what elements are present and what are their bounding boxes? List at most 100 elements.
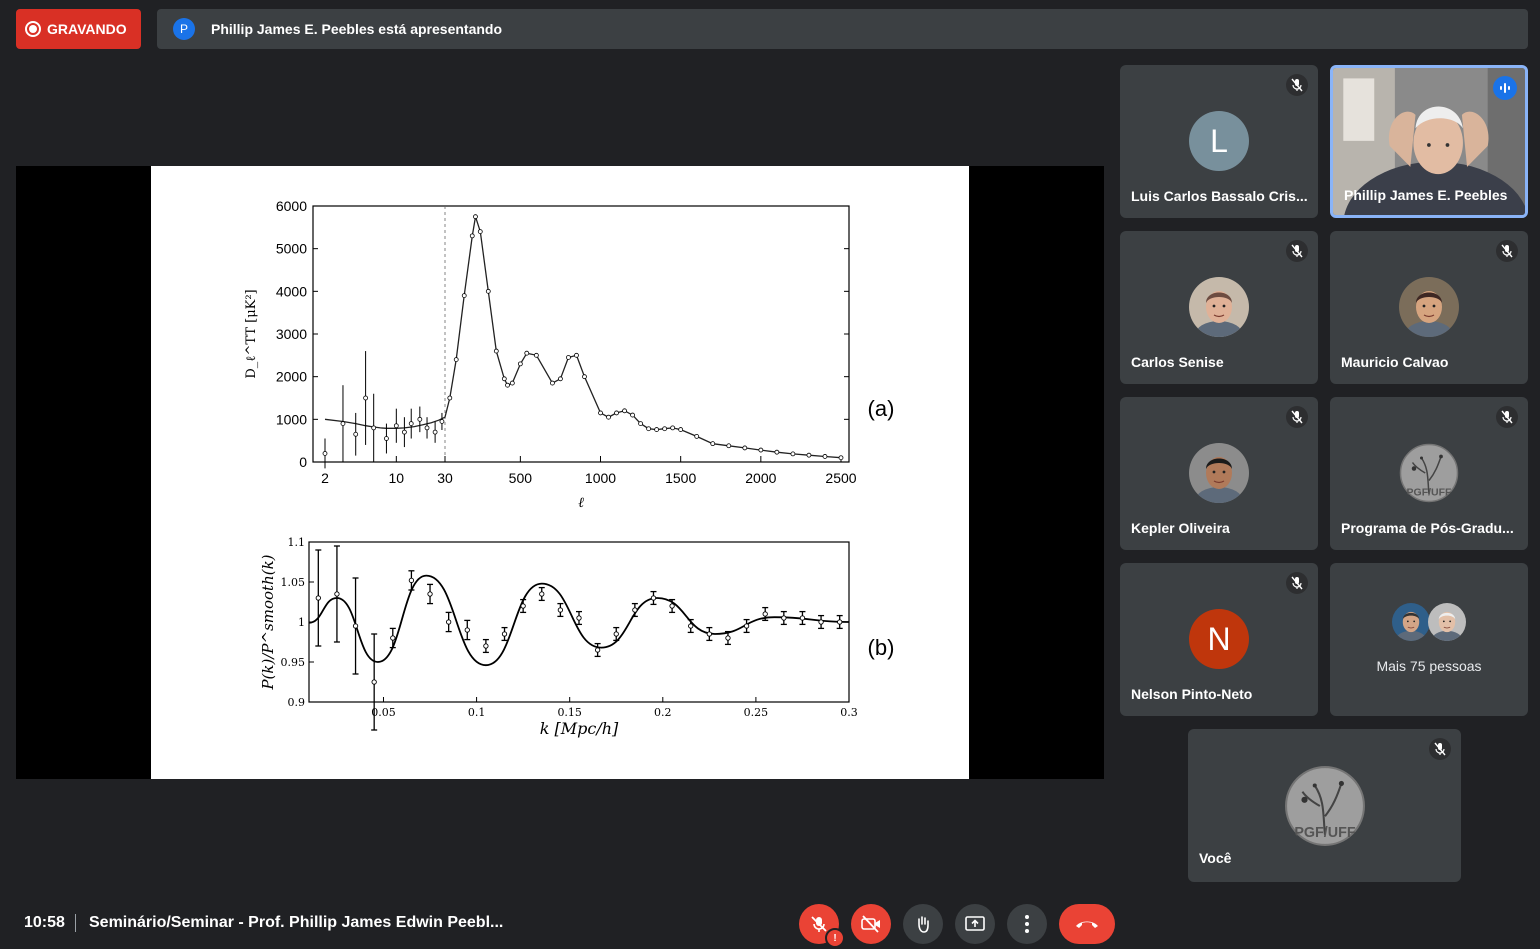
present-now-button[interactable]	[955, 904, 995, 944]
data-point	[774, 449, 780, 455]
recording-icon	[25, 21, 41, 37]
data-point	[371, 425, 377, 431]
participant-name: Luis Carlos Bassalo Cris...	[1131, 188, 1308, 204]
more-participants-tile[interactable]: Mais 75 pessoas	[1330, 563, 1528, 716]
participant-name: Carlos Senise	[1131, 354, 1224, 370]
data-point	[424, 425, 430, 431]
y-tick-label: 2000	[276, 369, 307, 385]
x-tick-label: 0.1	[468, 706, 486, 719]
x-tick-label: 2000	[745, 470, 776, 486]
data-point	[524, 350, 530, 356]
y-tick-label: 0.9	[288, 696, 306, 709]
data-point	[688, 623, 694, 629]
participant-tile[interactable]: PGF/UFF Você	[1188, 729, 1461, 882]
meeting-title[interactable]: Seminário/Seminar - Prof. Phillip James …	[89, 914, 503, 932]
recording-badge[interactable]: GRAVANDO	[16, 9, 141, 49]
data-point	[632, 607, 638, 613]
data-point	[505, 382, 510, 388]
data-point	[638, 421, 643, 427]
camera-off-icon	[861, 915, 880, 933]
y-axis-label: D_ℓ^TT [μK²]	[244, 289, 259, 378]
data-point	[706, 631, 712, 637]
warning-icon: !	[825, 928, 845, 948]
data-point	[818, 619, 824, 625]
data-point	[598, 410, 603, 416]
data-point	[650, 595, 657, 601]
present-icon	[965, 916, 985, 931]
more-options-button[interactable]	[1007, 904, 1047, 944]
hang-up-icon	[1076, 921, 1098, 928]
data-point	[384, 436, 389, 441]
divider	[75, 914, 76, 932]
data-point	[334, 591, 340, 597]
y-tick-label: 1	[298, 616, 305, 629]
y-tick-label: 5000	[276, 241, 307, 257]
data-point	[493, 348, 499, 354]
data-point	[576, 615, 582, 621]
mic-off-icon	[1434, 742, 1446, 756]
data-point	[558, 376, 563, 382]
mic-toggle-button[interactable]: !	[799, 904, 845, 948]
participant-tile[interactable]: PGF/UFF Programa de Pós-Gradu...	[1330, 397, 1528, 550]
participant-name: Você	[1199, 850, 1232, 866]
more-vert-icon	[1025, 915, 1029, 933]
data-point	[393, 423, 399, 429]
data-point	[762, 611, 768, 617]
mic-off-icon	[1291, 244, 1303, 258]
x-tick-label: 500	[509, 470, 533, 486]
data-point	[557, 607, 564, 613]
data-point	[550, 380, 555, 386]
panel-a-frame	[312, 205, 850, 463]
participant-tile[interactable]: L Luis Carlos Bassalo Cris...	[1120, 65, 1318, 218]
hand-icon	[918, 916, 929, 933]
data-point	[566, 355, 571, 360]
clock: 10:58	[24, 914, 65, 931]
y-tick-label: 1.1	[288, 536, 306, 549]
x-tick-label: 1000	[585, 470, 616, 486]
x-axis-label: ℓ	[578, 495, 584, 511]
data-point	[725, 635, 731, 641]
data-point	[670, 425, 676, 431]
data-point	[533, 352, 539, 358]
data-point	[694, 433, 700, 439]
participant-tile[interactable]: Mauricio Calvao	[1330, 231, 1528, 384]
x-tick-label: 10	[389, 470, 405, 486]
avatar: L	[1189, 111, 1249, 171]
x-tick-label: 1500	[665, 470, 696, 486]
data-point	[315, 595, 321, 601]
participant-name: Mauricio Calvao	[1341, 354, 1449, 370]
muted-indicator	[1286, 240, 1308, 262]
raise-hand-button[interactable]	[903, 904, 943, 944]
data-point	[622, 408, 627, 414]
avatar-photo	[1189, 277, 1249, 337]
data-point	[464, 627, 470, 633]
mic-off-icon	[1501, 244, 1513, 258]
y-tick-label: 1.05	[281, 576, 306, 589]
data-point	[446, 619, 452, 625]
participant-tile[interactable]: Carlos Senise	[1120, 231, 1318, 384]
data-point	[427, 591, 433, 597]
data-point	[790, 451, 796, 457]
participant-tile[interactable]: Kepler Oliveira	[1120, 397, 1318, 550]
data-point	[678, 427, 684, 432]
y-tick-label: 6000	[276, 198, 307, 214]
ppgf-logo-avatar: PGF/UFF	[1284, 765, 1366, 847]
mic-off-icon	[1291, 78, 1303, 92]
participant-tile[interactable]: Phillip James E. Peebles	[1330, 65, 1528, 218]
x-tick-label: 0.2	[654, 706, 672, 719]
panel-a-label: (a)	[868, 396, 895, 421]
data-point	[646, 426, 652, 432]
mic-off-icon	[1291, 410, 1303, 424]
data-point	[501, 631, 508, 637]
camera-toggle-button[interactable]	[851, 904, 891, 944]
data-point	[710, 441, 716, 447]
participant-tile[interactable]: N Nelson Pinto-Neto	[1120, 563, 1318, 716]
data-point	[606, 414, 611, 420]
data-point	[417, 416, 423, 422]
presenter-bar: P Phillip James E. Peebles está apresent…	[157, 9, 1528, 49]
more-participants-avatars	[1392, 603, 1472, 643]
participant-name: Nelson Pinto-Neto	[1131, 686, 1253, 702]
leave-call-button[interactable]	[1059, 904, 1115, 944]
avatar-photo	[1399, 277, 1459, 337]
data-point	[806, 452, 812, 458]
